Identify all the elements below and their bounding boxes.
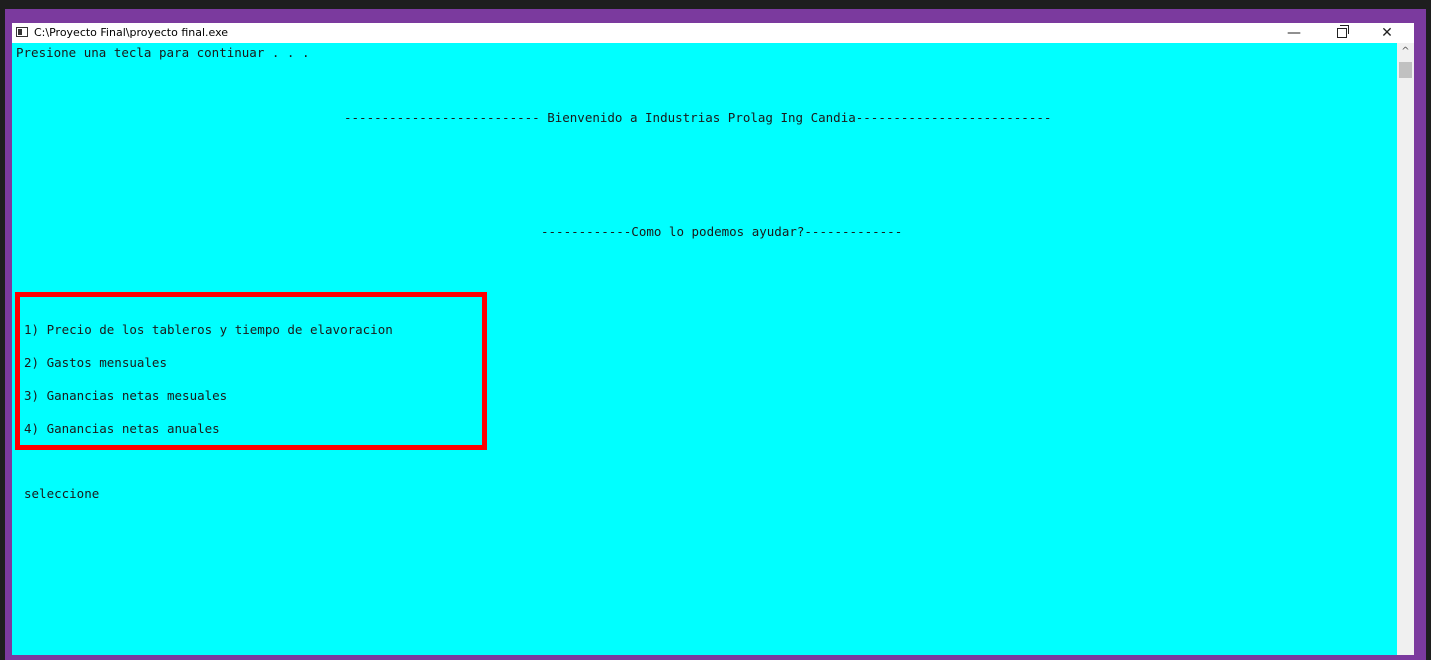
continue-prompt: Presione una tecla para continuar . . . <box>16 45 310 60</box>
title-bar[interactable]: C:\Proyecto Final\proyecto final.exe — ✕ <box>12 23 1414 43</box>
restore-icon <box>1337 25 1349 38</box>
restore-button[interactable] <box>1322 23 1362 43</box>
menu-highlight-box <box>15 292 487 450</box>
scroll-thumb[interactable] <box>1399 62 1412 78</box>
close-button[interactable]: ✕ <box>1367 23 1407 43</box>
scroll-up-arrow-icon[interactable]: ^ <box>1397 43 1414 60</box>
vertical-scrollbar[interactable]: ^ <box>1397 43 1414 655</box>
welcome-banner: -------------------------- Bienvenido a … <box>344 110 1052 125</box>
window-title: C:\Proyecto Final\proyecto final.exe <box>34 26 229 39</box>
minimize-button[interactable]: — <box>1274 23 1314 43</box>
console-app-icon <box>16 27 28 37</box>
help-question: ------------Como lo podemos ayudar?-----… <box>541 224 903 239</box>
select-prompt: seleccione <box>24 486 100 501</box>
